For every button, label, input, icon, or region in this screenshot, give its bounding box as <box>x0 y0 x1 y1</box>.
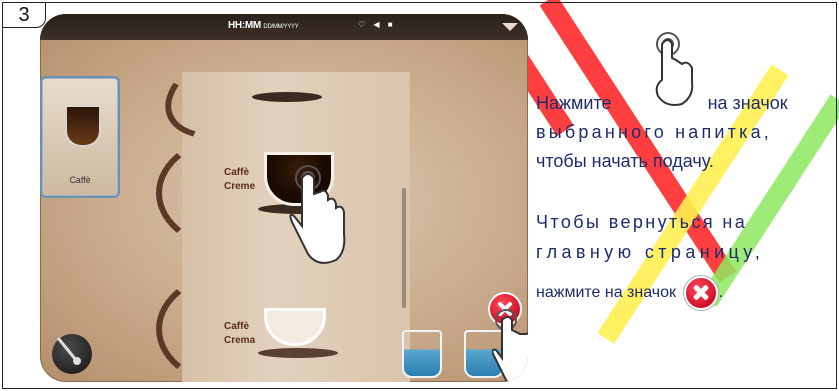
hand-pointer-icon <box>289 165 346 264</box>
selected-drink-label: Caffè <box>69 175 91 185</box>
instruction-line-2: выбранного напитка, <box>536 122 772 142</box>
status-time: HH:MM DD/MM/YYYY <box>228 20 299 31</box>
coffee-cup-icon <box>65 105 101 147</box>
steam-wand-glyph <box>56 337 81 365</box>
hand-pointer-icon-close <box>492 309 528 382</box>
status-icons: ♡ ◀ ■ <box>358 20 396 29</box>
instruction-line-6-prefix: нажмите на значок <box>536 284 676 302</box>
instruction-line-1-prefix: Нажмите <box>536 93 612 113</box>
instruction-line-1: Нажмите на значок <box>536 93 788 114</box>
drink-list-scrollbar[interactable] <box>402 188 406 308</box>
milk-jug-icon[interactable] <box>402 330 442 378</box>
instruction-line-6-suffix: . <box>718 284 723 302</box>
instruction-line-6: нажмите на значок . <box>536 276 723 310</box>
status-bar: HH:MM DD/MM/YYYY ♡ ◀ ■ <box>40 14 528 40</box>
drink-item-caffe-creme-label[interactable]: Caffè Creme <box>224 166 255 194</box>
saucer-partial <box>252 92 322 102</box>
instruction-line-5: главную страницу, <box>536 242 765 262</box>
close-icon-inline <box>684 276 719 310</box>
saucer-2 <box>258 348 338 358</box>
steam-wand-icon[interactable] <box>52 334 92 374</box>
instruction-line-4: Чтобы вернуться на <box>536 212 748 232</box>
selected-drink-tile[interactable]: Caffè <box>42 78 118 196</box>
instruction-line-1-suffix: на значок <box>707 93 788 113</box>
drink-item-caffe-crema-label[interactable]: Caffè Crema <box>224 320 255 348</box>
menu-arrow-icon[interactable] <box>502 23 518 31</box>
coffee-machine-screen: HH:MM DD/MM/YYYY ♡ ◀ ■ Caffè Caffè Creme… <box>40 14 528 382</box>
instruction-line-3: чтобы начать подачу. <box>536 151 714 171</box>
